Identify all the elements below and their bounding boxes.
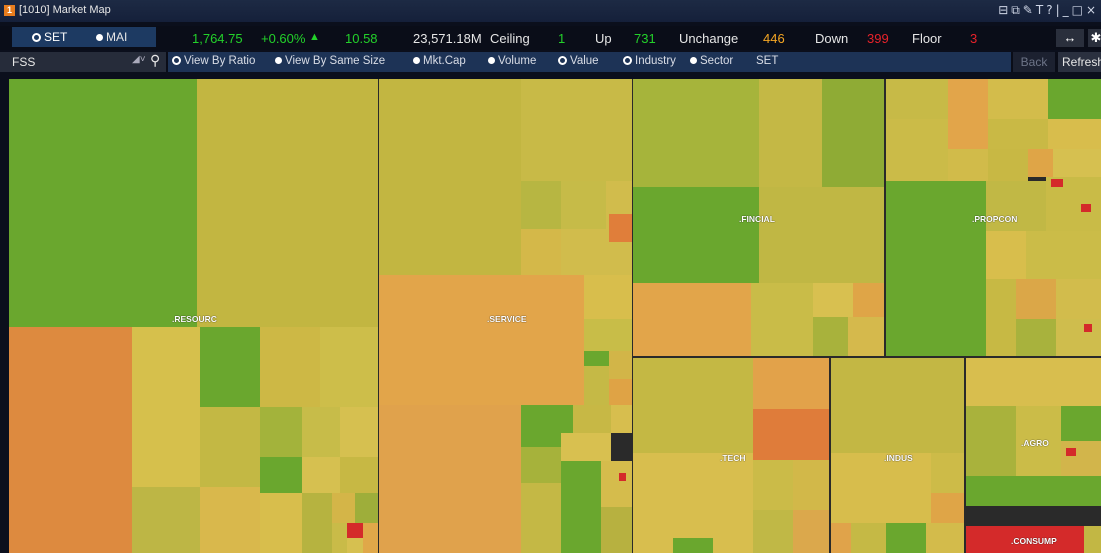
back-button[interactable]: Back bbox=[1013, 52, 1055, 72]
ceiling-count: 1 bbox=[558, 31, 566, 46]
market-treemap: .RESOURC .SERVICE .FINCIAL .PROPCON .TEC… bbox=[9, 79, 1101, 553]
gear-icon[interactable]: ✱ bbox=[1088, 29, 1101, 47]
option-sector[interactable]: Sector bbox=[690, 55, 733, 67]
refresh-button[interactable]: Refresh bbox=[1058, 52, 1101, 72]
expand-arrows-icon[interactable]: ↔ bbox=[1056, 29, 1084, 47]
market-filter-label: SET bbox=[756, 55, 779, 67]
sector-label-indus: .INDUS bbox=[884, 453, 913, 463]
sector-label-propcon: .PROPCON bbox=[972, 214, 1018, 224]
window-title: [1010] Market Map bbox=[19, 4, 111, 16]
market-stats-bar: SET MAI 1,764.75 +0.60% ▲ 10.58 23,571.1… bbox=[0, 26, 1101, 50]
up-label: Up bbox=[595, 31, 612, 46]
sector-consump[interactable]: .CONSUMP bbox=[966, 526, 1101, 553]
symbol-input[interactable]: FSS bbox=[12, 55, 35, 69]
sector-propcon[interactable]: .PROPCON bbox=[886, 79, 1101, 356]
index-change-pct: +0.60% bbox=[261, 31, 306, 46]
ceiling-label: Ceiling bbox=[490, 31, 530, 46]
sector-agro[interactable]: .AGRO bbox=[966, 358, 1101, 524]
sector-fincial[interactable]: .FINCIAL bbox=[633, 79, 884, 356]
option-view-by-same-size[interactable]: View By Same Size bbox=[275, 55, 385, 67]
sector-label-consump: .CONSUMP bbox=[1011, 536, 1057, 546]
up-arrow-icon: ▲ bbox=[309, 31, 320, 43]
symbol-selector[interactable]: FSS ◢˅ ⚲ bbox=[0, 52, 166, 72]
sector-indus[interactable]: .INDUS bbox=[831, 358, 964, 553]
sector-resourc[interactable]: .RESOURC bbox=[9, 79, 378, 553]
window-controls-icon[interactable]: ⊟⧉✎T?|_□× bbox=[998, 3, 1099, 18]
market-set-option[interactable]: SET bbox=[32, 30, 67, 44]
sector-label-service: .SERVICE bbox=[487, 314, 527, 324]
chevron-down-icon[interactable]: ◢˅ bbox=[132, 54, 146, 65]
index-value: 1,764.75 bbox=[192, 31, 243, 46]
market-mai-option[interactable]: MAI bbox=[96, 30, 127, 44]
up-count: 731 bbox=[634, 31, 656, 46]
app-badge-icon: 1 bbox=[4, 5, 15, 16]
sector-label-resourc: .RESOURC bbox=[172, 314, 217, 324]
down-label: Down bbox=[815, 31, 849, 46]
sector-label-tech: .TECH bbox=[720, 453, 746, 463]
floor-label: Floor bbox=[912, 31, 942, 46]
sector-label-fincial: .FINCIAL bbox=[739, 214, 775, 224]
option-mkt-cap[interactable]: Mkt.Cap bbox=[413, 55, 466, 67]
view-options: View By Ratio View By Same Size Mkt.Cap … bbox=[168, 52, 1011, 72]
search-icon[interactable]: ⚲ bbox=[150, 52, 160, 69]
option-industry[interactable]: Industry bbox=[623, 55, 676, 67]
floor-count: 3 bbox=[970, 31, 978, 46]
index-change-pts: 10.58 bbox=[345, 31, 378, 46]
sector-service[interactable]: .SERVICE bbox=[379, 79, 632, 553]
market-toggle[interactable]: SET MAI bbox=[12, 27, 156, 47]
window-titlebar: 1 [1010] Market Map ⊟⧉✎T?|_□× bbox=[0, 0, 1101, 22]
unchange-count: 446 bbox=[763, 31, 785, 46]
option-view-by-ratio[interactable]: View By Ratio bbox=[172, 55, 255, 67]
unchange-label: Unchange bbox=[679, 31, 739, 46]
filter-bar: FSS ◢˅ ⚲ View By Ratio View By Same Size… bbox=[0, 52, 1101, 72]
option-volume[interactable]: Volume bbox=[488, 55, 536, 67]
down-count: 399 bbox=[867, 31, 889, 46]
option-value[interactable]: Value bbox=[558, 55, 599, 67]
sector-tech[interactable]: .TECH bbox=[633, 358, 829, 553]
sector-label-agro: .AGRO bbox=[1021, 438, 1049, 448]
market-value: 23,571.18M bbox=[413, 31, 482, 46]
